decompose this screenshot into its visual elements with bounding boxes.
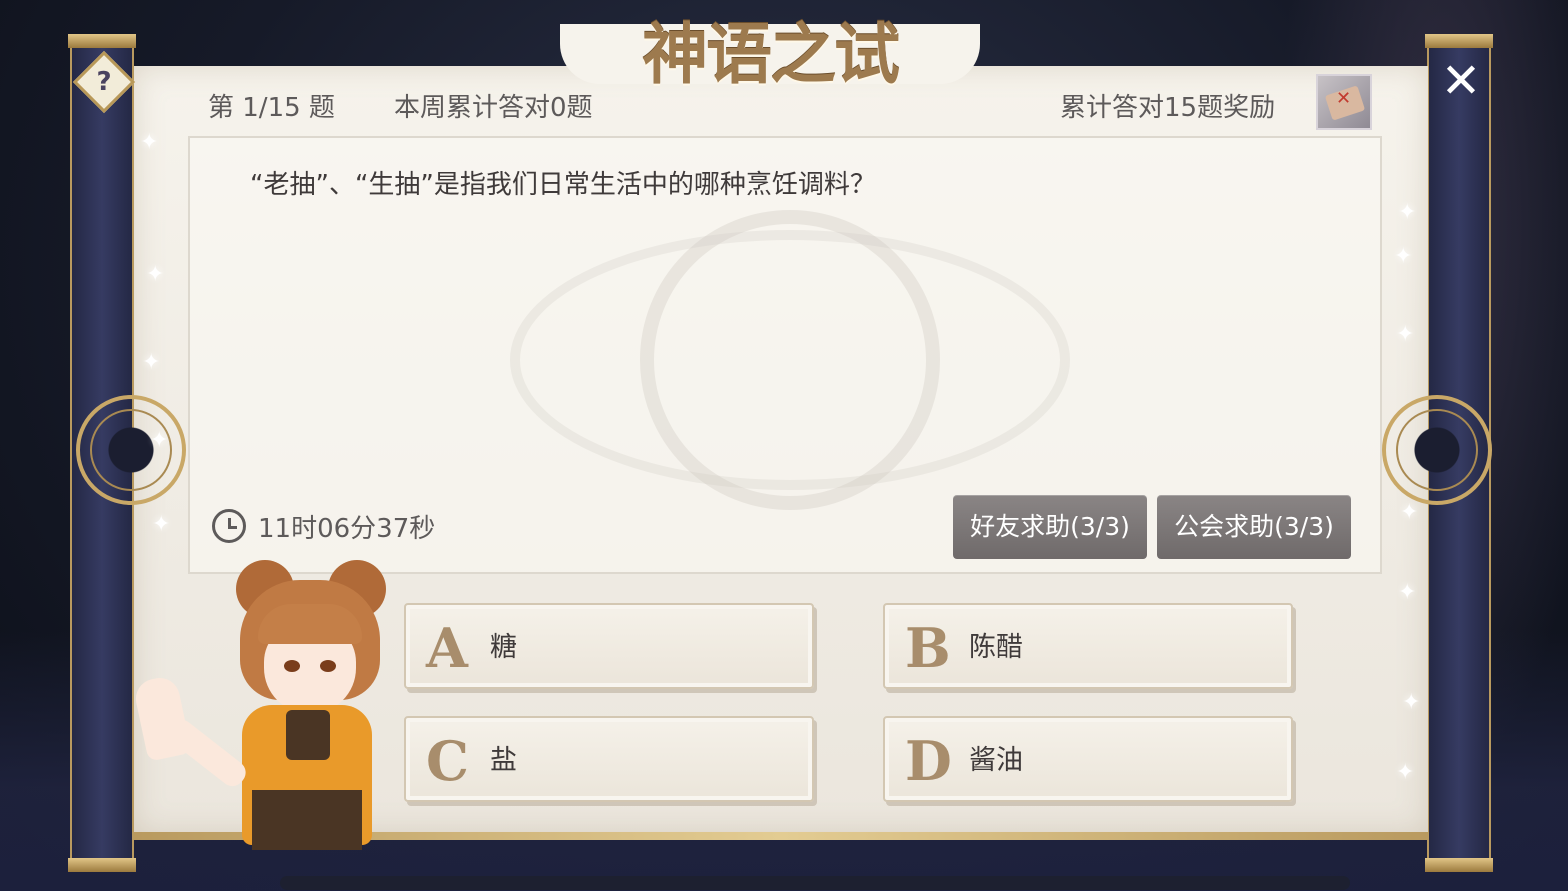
question-mark-icon: ? — [96, 67, 112, 97]
sparkle-icon: ✦ — [140, 130, 159, 155]
sparkle-icon: ✦ — [146, 262, 165, 287]
option-text: 糖 — [490, 632, 517, 663]
question-counter: 第 1/15 题 — [208, 93, 335, 123]
guide-character — [132, 560, 436, 860]
character-bangs — [258, 604, 362, 644]
pillar-cap — [68, 34, 136, 48]
close-icon[interactable]: ✕ — [1438, 57, 1484, 105]
sparkle-icon: ✦ — [1398, 580, 1417, 605]
sparkle-icon: ✦ — [1394, 244, 1413, 269]
page-title: 神语之试 — [642, 15, 900, 93]
option-text: 酱油 — [969, 745, 1023, 776]
background-emblem — [640, 210, 940, 510]
option-letter: B — [905, 616, 951, 680]
option-text: 盐 — [490, 745, 517, 776]
pillar-cap — [68, 858, 136, 872]
option-a-button[interactable]: A 糖 — [404, 603, 814, 689]
pillar-cap — [1425, 34, 1493, 48]
option-text: 陈醋 — [969, 632, 1023, 663]
weekly-correct-count: 本周累计答对0题 — [394, 93, 593, 123]
option-c-button[interactable]: C 盐 — [404, 716, 814, 802]
character-hand — [132, 674, 192, 762]
right-ornament-ring — [1382, 395, 1492, 505]
sparkle-icon: ✦ — [1402, 690, 1421, 715]
sparkle-icon: ✦ — [152, 512, 171, 537]
character-eye — [320, 660, 336, 672]
reward-label: 累计答对15题奖励 — [1060, 93, 1276, 123]
sparkle-icon: ✦ — [150, 428, 169, 453]
sparkle-icon: ✦ — [1396, 322, 1415, 347]
guild-help-button[interactable]: 公会求助(3/3) — [1157, 495, 1351, 559]
reward-scroll-icon[interactable] — [1316, 74, 1372, 130]
option-b-button[interactable]: B 陈醋 — [883, 603, 1293, 689]
left-ornament-ring — [76, 395, 186, 505]
pillar-cap — [1425, 858, 1493, 872]
sparkle-icon: ✦ — [1398, 200, 1417, 225]
clock-icon — [212, 509, 246, 543]
friend-help-button[interactable]: 好友求助(3/3) — [953, 495, 1147, 559]
sparkle-icon: ✦ — [142, 350, 161, 375]
scrollbar[interactable] — [280, 876, 1350, 890]
character-corset — [252, 790, 362, 850]
question-text: “老抽”、“生抽”是指我们日常生活中的哪种烹饪调料？ — [250, 170, 876, 200]
timer-text: 11时06分37秒 — [258, 513, 436, 544]
sparkle-icon: ✦ — [1400, 500, 1419, 525]
sparkle-icon: ✦ — [1396, 760, 1415, 785]
countdown-timer: 11时06分37秒 — [212, 506, 435, 546]
option-d-button[interactable]: D 酱油 — [883, 716, 1293, 802]
option-letter: D — [905, 729, 952, 793]
character-collar — [286, 710, 330, 760]
character-eye — [284, 660, 300, 672]
